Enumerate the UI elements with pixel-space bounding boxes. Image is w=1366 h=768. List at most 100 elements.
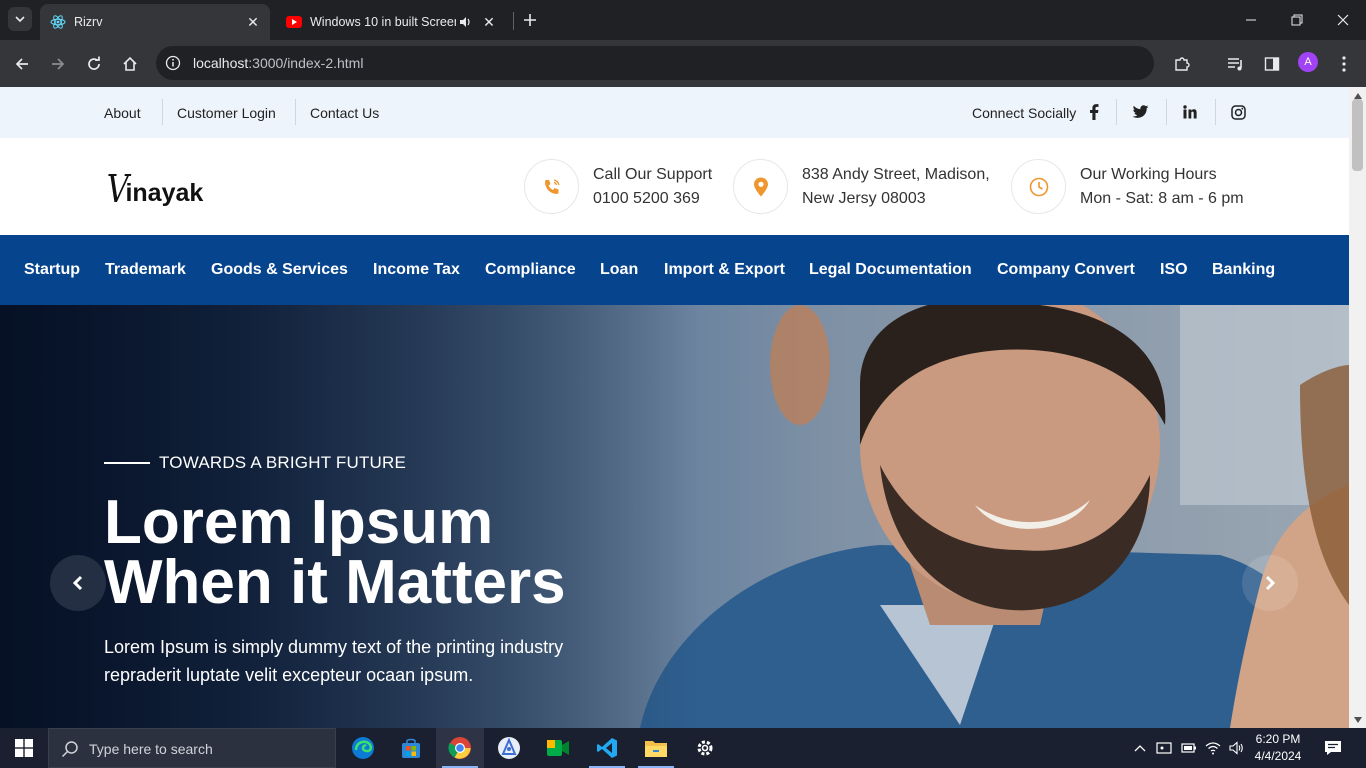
minimize-button[interactable] [1228,6,1274,34]
close-window-button[interactable] [1320,6,1366,34]
edge-icon[interactable] [339,728,387,768]
side-panel-button[interactable] [1260,52,1284,76]
new-tab-button[interactable] [520,10,540,30]
tab-rizrv[interactable]: Rizrv ✕ [40,4,270,40]
wifi-icon[interactable] [1204,738,1222,758]
contact-us-link[interactable]: Contact Us [310,105,379,121]
volume-icon[interactable] [1228,738,1246,758]
media-button[interactable] [1224,52,1248,76]
side-panel-icon [1264,57,1280,71]
vscode-icon[interactable] [583,728,631,768]
file-explorer-icon[interactable] [632,728,680,768]
forward-button[interactable] [46,52,70,76]
close-icon[interactable]: ✕ [244,13,262,31]
logo-text: inayak [125,179,204,207]
extensions-button[interactable] [1170,52,1194,76]
customer-login-link[interactable]: Customer Login [177,105,276,121]
logo[interactable]: V inayak [104,164,204,211]
taskbar-search[interactable]: Type here to search [48,728,336,768]
hero-title-line-1: Lorem Ipsum [104,488,494,557]
home-button[interactable] [118,52,142,76]
windows-logo-icon [15,739,33,757]
windows-taskbar: Type here to search 6:20 PM 4/4/2024 [0,728,1366,768]
divider [295,99,296,125]
facebook-icon[interactable] [1085,103,1103,121]
back-button[interactable] [10,52,34,76]
about-link[interactable]: About [104,105,141,121]
hero-description: Lorem Ipsum is simply dummy text of the … [104,633,604,689]
hours-info: Our Working Hours Mon - Sat: 8 am - 6 pm [1011,159,1244,214]
nav-income-tax[interactable]: Income Tax [373,261,460,279]
system-clock[interactable]: 6:20 PM 4/4/2024 [1250,731,1306,765]
meet-icon[interactable] [534,728,582,768]
nav-banking[interactable]: Banking [1212,261,1275,279]
nav-trademark[interactable]: Trademark [105,261,186,279]
speaker-icon[interactable] [456,13,474,31]
divider [1166,99,1167,125]
settings-icon[interactable] [681,728,729,768]
scroll-thumb[interactable] [1352,99,1363,171]
browser-tab-bar: Rizrv ✕ Windows 10 in built Screen ✕ [0,0,1366,40]
plus-icon [524,14,536,26]
clock-icon [1011,159,1066,214]
tab-search-button[interactable] [8,7,32,31]
address-line-2: New Jersy 08003 [802,189,926,207]
menu-button[interactable] [1332,52,1356,76]
chrome-icon[interactable] [436,728,484,768]
battery-icon[interactable] [1180,738,1198,758]
hours-text: Our Working Hours Mon - Sat: 8 am - 6 pm [1080,163,1244,211]
divider [1116,99,1117,125]
app-icon[interactable] [485,728,533,768]
close-icon[interactable]: ✕ [480,13,498,31]
nav-loan[interactable]: Loan [600,261,638,279]
page-scrollbar[interactable] [1349,87,1366,728]
twitter-icon[interactable] [1131,103,1149,121]
puzzle-icon [1175,57,1190,71]
restore-button[interactable] [1274,6,1320,34]
nav-goods-services[interactable]: Goods & Services [211,261,348,279]
chevron-up-icon[interactable] [1131,738,1149,758]
nav-legal-documentation[interactable]: Legal Documentation [809,261,972,279]
site-info-icon[interactable] [164,54,182,72]
react-icon [50,14,66,30]
minimize-icon [1246,19,1256,21]
support-phone[interactable]: 0100 5200 369 [593,187,712,211]
nav-iso[interactable]: ISO [1160,261,1188,279]
clock-time: 6:20 PM [1255,732,1301,746]
support-text: Call Our Support 0100 5200 369 [593,163,712,211]
location-pin-icon [733,159,788,214]
support-info: Call Our Support 0100 5200 369 [524,159,712,214]
address-bar[interactable]: localhost:3000/index-2.html [156,46,1154,80]
arrow-right-icon [52,58,65,70]
linkedin-icon[interactable] [1181,103,1199,121]
tab-youtube[interactable]: Windows 10 in built Screen ✕ [276,4,506,40]
address-text: 838 Andy Street, Madison, New Jersy 0800… [802,163,990,211]
nav-startup[interactable]: Startup [24,261,80,279]
scroll-down-icon[interactable] [1353,715,1362,724]
nav-compliance[interactable]: Compliance [485,261,576,279]
main-nav: Startup Trademark Goods & Services Incom… [0,235,1349,305]
hero-description-line-1: Lorem Ipsum is simply dummy text of the … [104,637,564,657]
slider-prev-button[interactable] [50,555,106,611]
tagline-rule [104,462,150,464]
meet-now-icon[interactable] [1155,738,1173,758]
utility-bar: About Customer Login Contact Us Connect … [0,87,1349,138]
hero-tagline: TOWARDS A BRIGHT FUTURE [159,453,407,472]
chevron-left-icon [72,575,83,591]
notification-icon[interactable] [1322,738,1344,758]
logo-mark: V [106,167,129,211]
store-icon[interactable] [387,728,435,768]
start-button[interactable] [0,728,48,768]
divider [1215,99,1216,125]
instagram-icon[interactable] [1229,103,1247,121]
address-info: 838 Andy Street, Madison, New Jersy 0800… [733,159,990,214]
social-label: Connect Socially [972,105,1077,121]
slider-next-button[interactable] [1242,555,1298,611]
search-icon [61,741,78,758]
profile-avatar[interactable]: A [1298,52,1318,72]
nav-import-export[interactable]: Import & Export [664,261,785,279]
reload-button[interactable] [82,52,106,76]
nav-company-convert[interactable]: Company Convert [997,261,1135,279]
tab-separator [513,12,514,30]
chevron-right-icon [1265,575,1276,591]
